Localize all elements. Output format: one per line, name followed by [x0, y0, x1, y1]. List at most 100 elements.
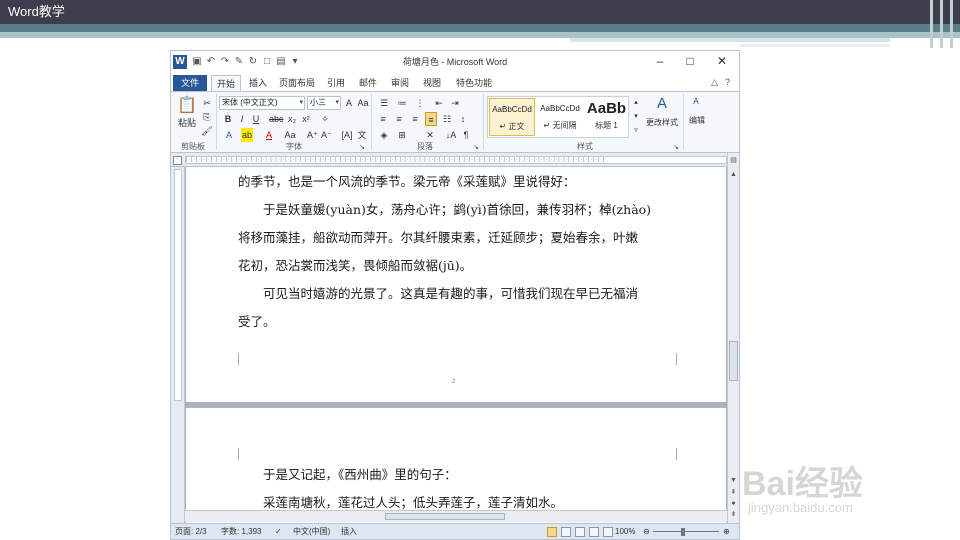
- ruler-toggle-icon[interactable]: ▤: [728, 155, 739, 166]
- word-count-status[interactable]: 字数: 1,393: [221, 524, 261, 539]
- font-name-combo[interactable]: 宋体 (中文正文) ▾: [219, 96, 305, 110]
- sort-icon[interactable]: ↓A: [445, 128, 457, 142]
- multilevel-list-icon[interactable]: ⋮: [413, 96, 427, 110]
- style-heading-1[interactable]: AaBb 标题 1: [585, 98, 628, 136]
- font-size-combo[interactable]: 小三 ▾: [307, 96, 341, 110]
- print-layout-view-icon[interactable]: [547, 527, 557, 537]
- language-status[interactable]: 中文(中国): [293, 524, 330, 539]
- paste-button[interactable]: 粘贴: [175, 116, 199, 130]
- bullets-icon[interactable]: ☰: [377, 96, 391, 110]
- zoom-in-icon[interactable]: ⊕: [723, 524, 730, 539]
- style-no-spacing[interactable]: AaBbCcDd ↵ 无间隔: [537, 98, 583, 136]
- scroll-down-icon[interactable]: ▼: [728, 475, 739, 486]
- zoom-slider[interactable]: [653, 531, 719, 532]
- tab-references[interactable]: 引用: [323, 75, 349, 91]
- text-effect-icon[interactable]: A: [223, 128, 235, 142]
- customize-icon[interactable]: ▾: [289, 55, 301, 68]
- shrink-font-size-icon[interactable]: A⁻: [321, 128, 332, 142]
- document-area[interactable]: 的季节，也是一个风流的季节。梁元帝《采莲赋》里说得好： 于是妖童媛(yuàn)女…: [185, 167, 727, 523]
- clear-format-icon[interactable]: ✧: [319, 112, 331, 126]
- next-page-icon[interactable]: ⇟: [728, 509, 739, 520]
- ribbon-minimize-icon[interactable]: △: [711, 77, 718, 88]
- tab-mailings[interactable]: 邮件: [355, 75, 381, 91]
- distributed-icon[interactable]: ☷: [441, 112, 453, 126]
- shading-icon[interactable]: ◈: [377, 128, 391, 142]
- insert-mode-status[interactable]: 插入: [341, 524, 357, 539]
- text-line[interactable]: 于是又记起，《西州曲》里的句子：: [238, 464, 457, 486]
- tab-insert[interactable]: 插入: [245, 75, 271, 91]
- phonetic-guide-icon[interactable]: 文: [357, 128, 367, 142]
- numbering-icon[interactable]: ≔: [395, 96, 409, 110]
- vertical-ruler[interactable]: [171, 167, 185, 523]
- maximize-icon[interactable]: □: [675, 51, 705, 71]
- superscript-icon[interactable]: x²: [301, 112, 311, 126]
- full-screen-reading-icon[interactable]: [561, 527, 571, 537]
- editing-icon[interactable]: ᴬ: [687, 94, 705, 112]
- page-count-status[interactable]: 页面: 2/3: [175, 524, 207, 539]
- font-size-dropdown-icon[interactable]: Aa: [283, 128, 297, 142]
- text-line[interactable]: 可见当时嬉游的光景了。这真是有趣的事，可惜我们现在早已无福消: [238, 283, 638, 305]
- zoom-slider-thumb[interactable]: [681, 528, 685, 536]
- text-line[interactable]: 花初，恐沾裳而浅笑，畏倾船而敛裾(jū)。: [238, 255, 472, 277]
- gallery-more-icon[interactable]: ▿: [631, 124, 641, 138]
- print-icon[interactable]: ▤: [275, 55, 287, 68]
- scroll-up-icon[interactable]: ▲: [728, 169, 739, 180]
- outline-view-icon[interactable]: [589, 527, 599, 537]
- help-icon[interactable]: ?: [725, 77, 730, 87]
- new-doc-icon[interactable]: □: [261, 55, 273, 68]
- justify-icon[interactable]: ≡: [425, 112, 437, 126]
- tab-special-features[interactable]: 特色功能: [451, 75, 497, 91]
- redo-icon[interactable]: ↷: [219, 55, 231, 68]
- vertical-scrollbar[interactable]: ▤ ▲ ▼ ⇞ ● ⇟: [727, 153, 739, 523]
- show-marks-icon[interactable]: ¶: [461, 128, 471, 142]
- document-page[interactable]: 于是又记起，《西州曲》里的句子： 采莲南塘秋，莲花过人头；低头弄莲子，莲子清如水…: [186, 408, 726, 523]
- chinese-layout-icon[interactable]: ✕: [423, 128, 437, 142]
- change-styles-icon[interactable]: A: [649, 94, 675, 114]
- horizontal-scrollbar[interactable]: [185, 510, 727, 522]
- italic-icon[interactable]: I: [237, 112, 247, 126]
- draft-view-icon[interactable]: [603, 527, 613, 537]
- document-page[interactable]: 的季节，也是一个风流的季节。梁元帝《采莲赋》里说得好： 于是妖童媛(yuàn)女…: [186, 167, 726, 402]
- copy-icon[interactable]: ⎘: [201, 110, 213, 124]
- font-color-icon[interactable]: A: [263, 128, 275, 142]
- align-center-icon[interactable]: ≡: [393, 112, 405, 126]
- align-right-icon[interactable]: ≡: [409, 112, 421, 126]
- editing-button[interactable]: 编辑: [685, 114, 709, 128]
- tab-view[interactable]: 视图: [419, 75, 445, 91]
- cut-icon[interactable]: ✂: [201, 96, 213, 110]
- close-icon[interactable]: ✕: [707, 51, 737, 71]
- scroll-thumb[interactable]: [729, 341, 738, 381]
- increase-indent-icon[interactable]: ⇥: [449, 96, 461, 110]
- undo-icon[interactable]: ↶: [205, 55, 217, 68]
- line-spacing-icon[interactable]: ↕: [457, 112, 469, 126]
- change-case-icon[interactable]: Aa: [357, 96, 369, 110]
- text-line[interactable]: 受了。: [238, 311, 276, 333]
- tab-file[interactable]: 文件: [173, 75, 207, 91]
- scroll-thumb[interactable]: [385, 513, 505, 520]
- proofing-icon[interactable]: ✓: [275, 524, 282, 539]
- char-border-icon[interactable]: [A]: [341, 128, 353, 142]
- tab-page-layout[interactable]: 页面布局: [275, 75, 319, 91]
- borders-icon[interactable]: ⊞: [395, 128, 409, 142]
- paste-icon[interactable]: 📋: [177, 96, 197, 116]
- format-painter-qa-icon[interactable]: ✎: [233, 55, 245, 68]
- underline-icon[interactable]: U: [251, 112, 261, 126]
- decrease-indent-icon[interactable]: ⇤: [433, 96, 445, 110]
- minimize-icon[interactable]: –: [645, 51, 675, 71]
- refresh-icon[interactable]: ↻: [247, 55, 259, 68]
- word-app-icon[interactable]: W: [173, 55, 187, 69]
- zoom-level[interactable]: 100%: [615, 524, 635, 539]
- text-line[interactable]: 的季节，也是一个风流的季节。梁元帝《采莲赋》里说得好：: [238, 171, 576, 193]
- tab-selector-icon[interactable]: [173, 156, 182, 165]
- grow-font-icon[interactable]: A: [343, 96, 355, 110]
- grow-font-size-icon[interactable]: A⁺: [307, 128, 318, 142]
- save-icon[interactable]: ▣: [191, 55, 203, 68]
- format-painter-icon[interactable]: 🖌: [201, 124, 213, 138]
- align-left-icon[interactable]: ≡: [377, 112, 389, 126]
- gallery-up-icon[interactable]: ▴: [631, 96, 641, 110]
- zoom-out-icon[interactable]: ⊖: [643, 524, 650, 539]
- style-normal[interactable]: AaBbCcDd ↵ 正文: [489, 98, 535, 136]
- select-browse-object-icon[interactable]: ●: [728, 498, 739, 509]
- bold-icon[interactable]: B: [223, 112, 233, 126]
- horizontal-ruler[interactable]: |·|·|·|·|·|·|·|·|·|·|·|·|·|·|·|·|·|·|·|·…: [171, 153, 739, 167]
